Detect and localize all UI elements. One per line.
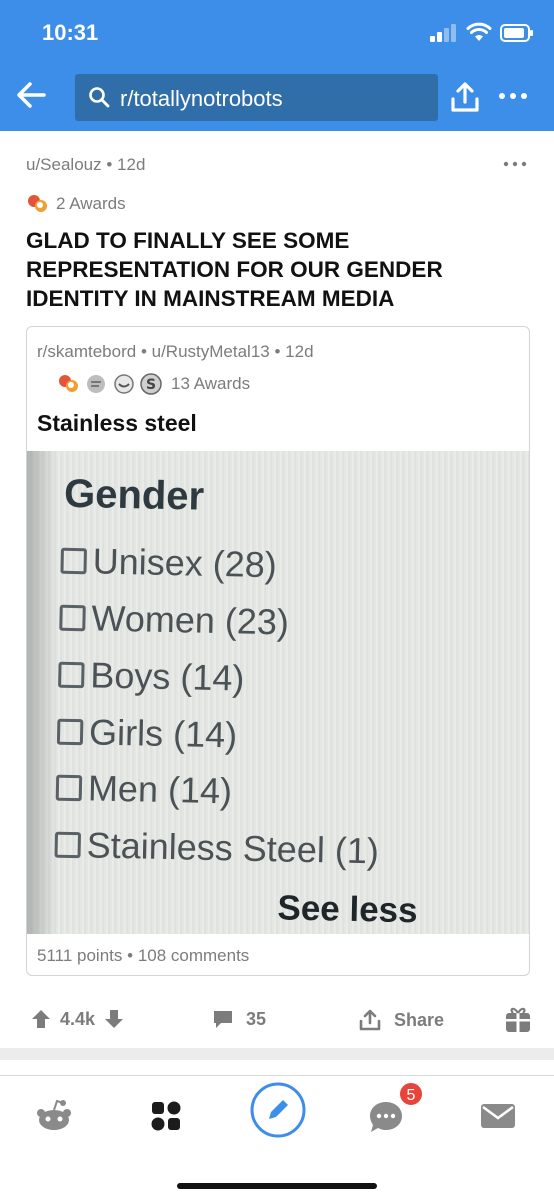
signal-icon bbox=[430, 24, 456, 42]
share-icon bbox=[359, 1009, 381, 1031]
bottom-nav bbox=[0, 1075, 554, 1200]
meta-separator: • bbox=[140, 342, 152, 361]
option-label: Boys (14) bbox=[89, 654, 245, 699]
award-icon bbox=[59, 375, 78, 392]
home-indicator bbox=[177, 1183, 377, 1189]
image-content: Gender Unisex (28) Women (23) Boys (14) … bbox=[27, 451, 529, 934]
share-icon[interactable] bbox=[450, 80, 480, 114]
notification-badge: 5 bbox=[398, 1081, 424, 1107]
awards-count: 13 Awards bbox=[171, 374, 251, 393]
downvote-icon[interactable] bbox=[103, 1008, 125, 1030]
crosspost-title: Stainless steel bbox=[37, 410, 197, 436]
search-query: r/totallynotrobots bbox=[120, 86, 283, 111]
crosspost-comments: 108 comments bbox=[137, 946, 250, 965]
image-heading: Gender bbox=[63, 471, 205, 519]
checkbox-icon bbox=[55, 774, 83, 802]
share-label: Share bbox=[394, 1009, 445, 1030]
option-label: Unisex (28) bbox=[92, 540, 278, 586]
crosspost-awards[interactable]: S 13 Awards bbox=[57, 372, 250, 396]
post-awards[interactable]: 2 Awards bbox=[26, 192, 126, 216]
crosspost-stats: 5111 points • 108 comments bbox=[37, 946, 249, 966]
checkbox-icon bbox=[54, 831, 82, 859]
wholesome-award-icon bbox=[114, 374, 134, 394]
comment-icon bbox=[214, 1011, 232, 1028]
post-title[interactable]: GLAD TO FINALLY SEE SOME REPRESENTATION … bbox=[26, 226, 526, 313]
post-image[interactable]: Gender Unisex (28) Women (23) Boys (14) … bbox=[27, 451, 529, 934]
svg-text:S: S bbox=[146, 377, 156, 393]
crosspost-card[interactable]: r/skamtebord • u/RustyMetal13 • 12d S 13… bbox=[26, 326, 530, 976]
crosspost-age: 12d bbox=[285, 342, 314, 361]
upvote-icon[interactable] bbox=[30, 1008, 52, 1030]
crosspost-author[interactable]: u/RustyMetal13 bbox=[152, 342, 270, 361]
wifi-icon bbox=[466, 22, 492, 41]
vote-group: 4.4k bbox=[30, 1008, 125, 1030]
option-label: Women (23) bbox=[91, 597, 290, 643]
image-edge-shade bbox=[27, 451, 57, 934]
checkbox-icon bbox=[58, 661, 85, 689]
crosspost-subreddit[interactable]: r/skamtebord bbox=[37, 342, 136, 361]
meta-separator: • bbox=[274, 342, 286, 361]
filter-option: Unisex (28) bbox=[60, 540, 277, 587]
comment-count: 35 bbox=[246, 1008, 267, 1029]
gift-award-icon[interactable] bbox=[504, 1004, 532, 1034]
meta-separator: • bbox=[127, 946, 138, 965]
share-button[interactable]: Share bbox=[358, 1008, 444, 1032]
filter-option: Boys (14) bbox=[58, 654, 245, 700]
communities-grid-icon[interactable] bbox=[150, 1100, 182, 1132]
vote-count: 4.4k bbox=[60, 1008, 96, 1029]
filter-option: Men (14) bbox=[55, 767, 233, 813]
post-more-icon[interactable] bbox=[500, 156, 530, 172]
battery-icon bbox=[500, 24, 533, 42]
checkbox-icon bbox=[59, 604, 86, 632]
more-options-icon[interactable] bbox=[497, 86, 529, 106]
filter-option: Women (23) bbox=[59, 597, 289, 644]
awards-count: 2 Awards bbox=[56, 194, 126, 213]
coin-award-icon: S bbox=[140, 373, 162, 395]
checkbox-icon bbox=[56, 718, 84, 746]
home-reddit-icon[interactable] bbox=[34, 1098, 74, 1132]
section-divider bbox=[0, 1048, 554, 1060]
comments-button[interactable]: 35 bbox=[212, 1008, 266, 1030]
inbox-mail-icon[interactable] bbox=[480, 1102, 516, 1130]
search-bar[interactable]: r/totallynotrobots bbox=[75, 74, 438, 121]
option-label: Girls (14) bbox=[88, 711, 238, 756]
search-icon bbox=[89, 87, 110, 108]
filter-option: Stainless Steel (1) bbox=[54, 824, 379, 873]
status-time: 10:31 bbox=[42, 20, 99, 45]
meta-separator: • bbox=[106, 155, 118, 174]
create-post-icon[interactable] bbox=[250, 1082, 306, 1138]
award-icon bbox=[28, 195, 47, 212]
post-meta: u/Sealouz • 12d bbox=[26, 155, 145, 175]
filter-option: Girls (14) bbox=[56, 711, 238, 757]
chat-icon[interactable] bbox=[368, 1100, 404, 1134]
post-age: 12d bbox=[117, 155, 146, 174]
post-author[interactable]: u/Sealouz bbox=[26, 155, 102, 174]
back-arrow-icon[interactable] bbox=[14, 78, 48, 112]
crosspost-meta: r/skamtebord • u/RustyMetal13 • 12d bbox=[37, 342, 314, 362]
checkbox-icon bbox=[60, 547, 87, 575]
post-action-bar: 4.4k 35 Share bbox=[0, 1000, 554, 1040]
app-header: 10:31 r/totallynotrobots bbox=[0, 0, 554, 131]
crosspost-points: 5111 points bbox=[37, 946, 123, 965]
option-label: Stainless Steel (1) bbox=[86, 824, 380, 872]
silver-award-icon bbox=[87, 375, 105, 393]
option-label: Men (14) bbox=[87, 767, 233, 812]
image-see-less-text: See less bbox=[277, 888, 418, 931]
